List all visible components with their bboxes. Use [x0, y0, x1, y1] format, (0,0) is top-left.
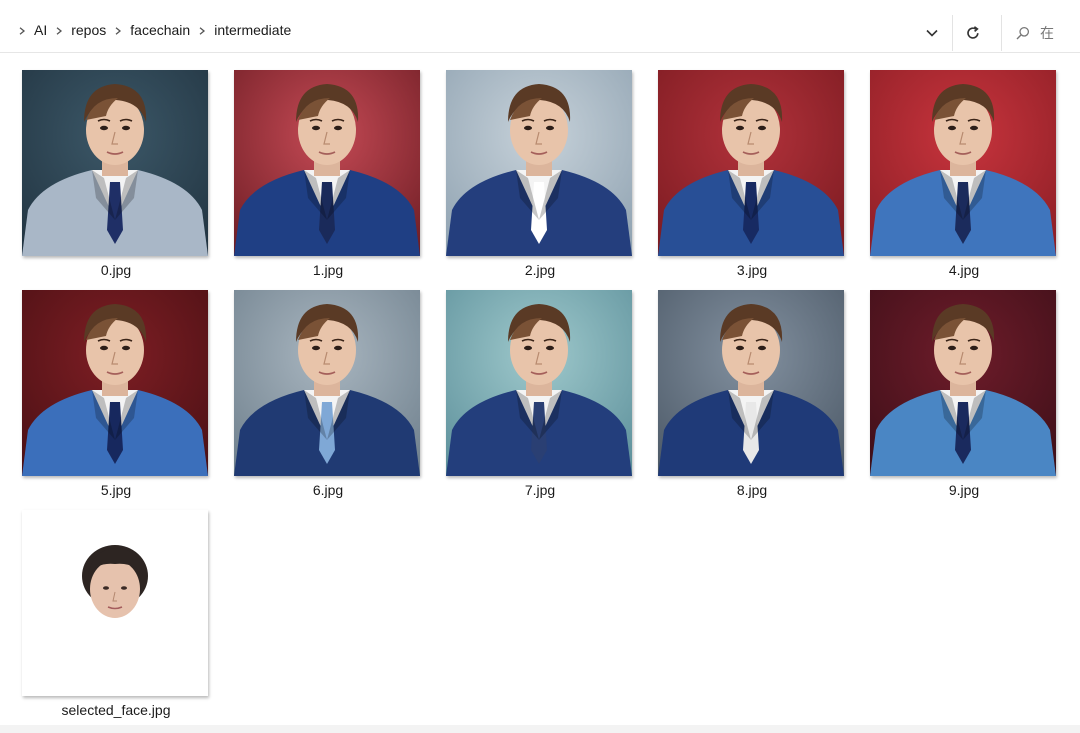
file-name: 7.jpg — [524, 482, 556, 498]
chevron-down-icon — [926, 29, 938, 37]
file-name: 9.jpg — [948, 482, 980, 498]
search-input[interactable] — [1040, 25, 1064, 41]
file-item[interactable]: 2.jpg — [446, 70, 634, 278]
address-bar: AI repos facechain intermediate — [0, 0, 1080, 53]
file-thumbnail[interactable] — [446, 290, 632, 476]
file-thumbnail[interactable] — [870, 70, 1056, 256]
history-dropdown-button[interactable] — [914, 15, 950, 51]
refresh-button[interactable] — [955, 15, 991, 51]
search-icon — [1016, 26, 1030, 40]
file-item[interactable]: 6.jpg — [234, 290, 422, 498]
file-name: 3.jpg — [736, 262, 768, 278]
file-name: selected_face.jpg — [61, 702, 171, 718]
file-item[interactable]: 0.jpg — [22, 70, 210, 278]
chevron-right-icon[interactable] — [14, 23, 30, 37]
status-strip — [0, 725, 1080, 733]
file-thumbnail[interactable] — [22, 70, 208, 256]
file-item[interactable]: 7.jpg — [446, 290, 634, 498]
file-name: 2.jpg — [524, 262, 556, 278]
refresh-icon — [967, 26, 979, 39]
file-item[interactable]: 4.jpg — [870, 70, 1058, 278]
file-thumbnail[interactable] — [658, 70, 844, 256]
file-thumbnail[interactable] — [446, 70, 632, 256]
breadcrumb-item-ai[interactable]: AI — [30, 22, 51, 38]
file-name: 8.jpg — [736, 482, 768, 498]
file-item[interactable]: selected_face.jpg — [22, 510, 210, 718]
file-thumbnail[interactable] — [870, 290, 1056, 476]
file-thumbnail[interactable] — [22, 290, 208, 476]
search-box[interactable] — [1004, 15, 1080, 51]
file-name: 1.jpg — [312, 262, 344, 278]
file-thumbnail[interactable] — [234, 70, 420, 256]
file-item[interactable]: 8.jpg — [658, 290, 846, 498]
file-thumbnail[interactable] — [234, 290, 420, 476]
file-item[interactable]: 9.jpg — [870, 290, 1058, 498]
file-thumbnail[interactable] — [22, 510, 208, 696]
file-item[interactable]: 1.jpg — [234, 70, 422, 278]
file-name: 0.jpg — [100, 262, 132, 278]
file-name: 5.jpg — [100, 482, 132, 498]
chevron-right-icon[interactable] — [194, 23, 210, 37]
file-item[interactable]: 5.jpg — [22, 290, 210, 498]
chevron-right-icon[interactable] — [51, 23, 67, 37]
breadcrumb-item-facechain[interactable]: facechain — [126, 22, 194, 38]
chevron-right-icon[interactable] — [110, 23, 126, 37]
file-thumbnail[interactable] — [658, 290, 844, 476]
toolbar-divider — [952, 15, 953, 51]
breadcrumb: AI repos facechain intermediate — [14, 22, 295, 38]
file-name: 6.jpg — [312, 482, 344, 498]
toolbar-divider — [1001, 15, 1002, 51]
file-item[interactable]: 3.jpg — [658, 70, 846, 278]
breadcrumb-item-intermediate[interactable]: intermediate — [210, 22, 295, 38]
file-name: 4.jpg — [948, 262, 980, 278]
breadcrumb-item-repos[interactable]: repos — [67, 22, 110, 38]
